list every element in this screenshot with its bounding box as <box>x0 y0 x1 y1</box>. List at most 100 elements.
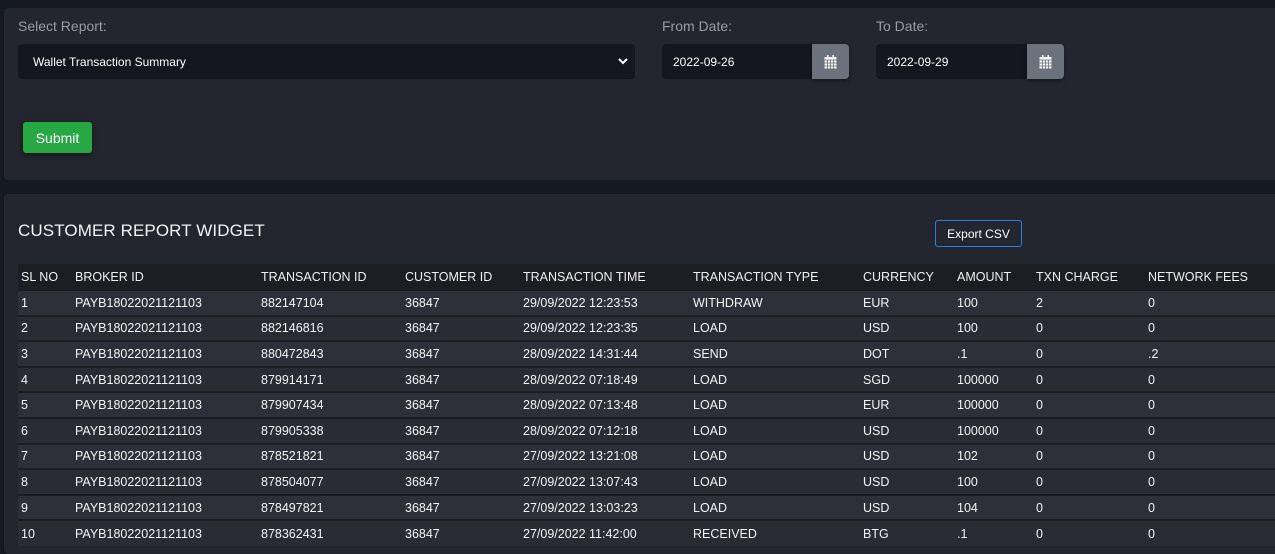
cell-txn-charge: 0 <box>1036 423 1043 438</box>
cell-broker-id: PAYB18022021121103 <box>75 346 202 361</box>
cell-transaction-time: 29/09/2022 12:23:35 <box>523 321 638 336</box>
cell-transaction-id: 879907434 <box>261 398 324 413</box>
cell-network-fees: .2 <box>1148 346 1159 361</box>
to-date-picker-button[interactable] <box>1027 44 1064 79</box>
cell-transaction-time: 28/09/2022 07:12:18 <box>523 423 638 438</box>
cell-broker-id: PAYB18022021121103 <box>75 295 202 310</box>
column-header[interactable]: TRANSACTION TIME <box>520 264 690 290</box>
cell-currency: USD <box>863 500 890 515</box>
column-header[interactable]: BROKER ID <box>72 264 258 290</box>
cell-sl-no: 7 <box>21 449 28 464</box>
cell-transaction-type: LOAD <box>693 500 728 515</box>
cell-transaction-id: 880472843 <box>261 346 324 361</box>
cell-transaction-id: 879914171 <box>261 372 324 387</box>
table-row: 7 PAYB18022021121103 878521821 36847 27/09/2… <box>18 443 1275 470</box>
to-date-label: To Date: <box>876 18 929 34</box>
cell-customer-id: 36847 <box>405 321 440 336</box>
table-row: 1 PAYB18022021121103 882147104 36847 29/09/2… <box>18 290 1275 316</box>
cell-amount: .1 <box>957 346 968 361</box>
column-header[interactable]: SL NO <box>18 264 72 290</box>
from-date-label: From Date: <box>662 18 733 34</box>
cell-transaction-id: 878497821 <box>261 500 324 515</box>
cell-sl-no: 8 <box>21 474 28 489</box>
cell-txn-charge: 0 <box>1036 398 1043 413</box>
cell-currency: EUR <box>863 398 890 413</box>
cell-customer-id: 36847 <box>405 398 440 413</box>
cell-txn-charge: 2 <box>1036 295 1043 310</box>
column-header[interactable]: TRANSACTION ID <box>258 264 402 290</box>
cell-network-fees: 0 <box>1148 295 1155 310</box>
cell-sl-no: 1 <box>21 295 28 310</box>
cell-network-fees: 0 <box>1148 526 1155 541</box>
cell-transaction-time: 27/09/2022 13:21:08 <box>523 449 638 464</box>
cell-network-fees: 0 <box>1148 423 1155 438</box>
cell-network-fees: 0 <box>1148 398 1155 413</box>
column-header[interactable]: AMOUNT <box>954 264 1033 290</box>
select-report-label: Select Report: <box>18 18 107 34</box>
report-filter-card: Select Report: Wallet Transaction Summar… <box>4 8 1275 180</box>
cell-amount: 100000 <box>957 423 999 438</box>
cell-transaction-type: WITHDRAW <box>693 295 763 310</box>
table-header-row: SL NO BROKER ID TRANSACTION ID CUSTOMER … <box>18 264 1275 290</box>
column-header[interactable]: CURRENCY <box>860 264 954 290</box>
cell-network-fees: 0 <box>1148 449 1155 464</box>
from-date-picker-button[interactable] <box>812 44 849 79</box>
select-report-value: Wallet Transaction Summary <box>33 54 186 69</box>
customer-report-widget: CUSTOMER REPORT WIDGET Export CSV SL NO … <box>4 194 1275 554</box>
cell-amount: 100 <box>957 295 978 310</box>
submit-button[interactable]: Submit <box>23 122 92 153</box>
cell-amount: 100 <box>957 474 978 489</box>
cell-sl-no: 10 <box>21 526 35 541</box>
cell-network-fees: 0 <box>1148 321 1155 336</box>
column-header[interactable]: TXN CHARGE <box>1033 264 1145 290</box>
cell-broker-id: PAYB18022021121103 <box>75 398 202 413</box>
cell-customer-id: 36847 <box>405 449 440 464</box>
cell-broker-id: PAYB18022021121103 <box>75 423 202 438</box>
table-row: 5 PAYB18022021121103 879907434 36847 28/09/2… <box>18 392 1275 418</box>
cell-transaction-id: 878362431 <box>261 526 324 541</box>
cell-txn-charge: 0 <box>1036 449 1043 464</box>
cell-amount: 100 <box>957 321 978 336</box>
calendar-icon <box>824 54 837 68</box>
cell-transaction-type: LOAD <box>693 474 728 489</box>
cell-sl-no: 4 <box>21 372 28 387</box>
cell-network-fees: 0 <box>1148 474 1155 489</box>
cell-sl-no: 6 <box>21 423 28 438</box>
to-date-input[interactable]: 2022-09-29 <box>876 44 1027 79</box>
export-csv-button[interactable]: Export CSV <box>935 220 1022 247</box>
cell-customer-id: 36847 <box>405 500 440 515</box>
cell-customer-id: 36847 <box>405 474 440 489</box>
cell-customer-id: 36847 <box>405 346 440 361</box>
to-date-group: 2022-09-29 <box>876 44 1064 79</box>
cell-customer-id: 36847 <box>405 295 440 310</box>
cell-broker-id: PAYB18022021121103 <box>75 474 202 489</box>
cell-amount: 104 <box>957 500 978 515</box>
cell-transaction-id: 878521821 <box>261 449 324 464</box>
table-row: 2 PAYB18022021121103 882146816 36847 29/09/2… <box>18 315 1275 342</box>
cell-sl-no: 3 <box>21 346 28 361</box>
from-date-group: 2022-09-26 <box>662 44 849 79</box>
cell-sl-no: 5 <box>21 398 28 413</box>
cell-currency: USD <box>863 321 890 336</box>
cell-broker-id: PAYB18022021121103 <box>75 526 202 541</box>
cell-txn-charge: 0 <box>1036 321 1043 336</box>
cell-transaction-time: 27/09/2022 11:42:00 <box>523 526 637 541</box>
column-header[interactable]: TRANSACTION TYPE <box>690 264 860 290</box>
cell-txn-charge: 0 <box>1036 526 1043 541</box>
cell-transaction-id: 878504077 <box>261 474 324 489</box>
column-header[interactable]: CUSTOMER ID <box>402 264 520 290</box>
cell-transaction-time: 29/09/2022 12:23:53 <box>523 295 638 310</box>
cell-amount: 100000 <box>957 398 999 413</box>
cell-transaction-time: 28/09/2022 07:18:49 <box>523 372 638 387</box>
cell-customer-id: 36847 <box>405 372 440 387</box>
table-row: 6 PAYB18022021121103 879905338 36847 28/09/2… <box>18 417 1275 444</box>
from-date-input[interactable]: 2022-09-26 <box>662 44 812 79</box>
cell-transaction-id: 879905338 <box>261 423 324 438</box>
cell-broker-id: PAYB18022021121103 <box>75 372 202 387</box>
widget-title: CUSTOMER REPORT WIDGET <box>18 221 265 240</box>
select-report-dropdown[interactable]: Wallet Transaction Summary <box>18 44 635 79</box>
table-row: 8 PAYB18022021121103 878504077 36847 27/09/2… <box>18 469 1275 495</box>
cell-transaction-time: 27/09/2022 13:07:43 <box>523 474 638 489</box>
column-header[interactable]: NETWORK FEES <box>1145 264 1275 290</box>
cell-txn-charge: 0 <box>1036 346 1043 361</box>
